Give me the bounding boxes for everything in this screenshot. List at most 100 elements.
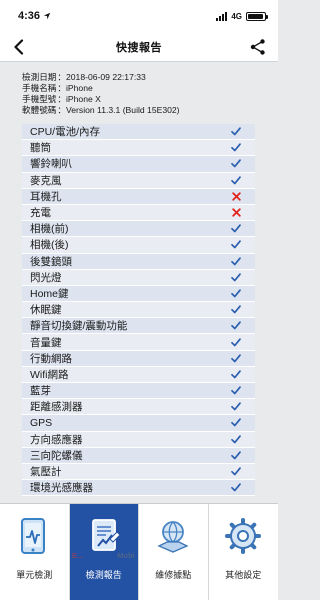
checkmark-icon [231, 467, 241, 477]
checkmark-icon [231, 288, 241, 298]
checkmark-icon [231, 256, 241, 266]
checkmark-icon [231, 175, 241, 185]
check-label: 麥克風 [30, 174, 62, 187]
info-value: 2018-06-09 22:17:33 [66, 72, 146, 82]
info-label: 軟體號碼 [22, 105, 57, 115]
info-row: 手機名稱：iPhone [22, 83, 93, 93]
tab-repair-location[interactable]: 維修據點 [139, 504, 209, 600]
network-type: 4G [231, 11, 242, 21]
check-label: Wifi網路 [30, 368, 69, 381]
check-row: Wifi網路 [22, 366, 255, 383]
check-label: 距離感測器 [30, 401, 83, 414]
cross-icon [231, 208, 241, 218]
check-label: 聽筒 [30, 142, 51, 155]
page-title: 快搜報告 [116, 41, 162, 54]
tab-bar: 單元檢測 檢測報告 維修據點 其他設定 [0, 503, 278, 600]
check-row: 行動網路 [22, 350, 255, 367]
status-time: 4:36 [18, 10, 41, 22]
info-value: Version 11.3.1 (Build 15E302) [66, 105, 180, 115]
check-row: 後雙鏡頭 [22, 253, 255, 270]
checkmark-icon [231, 127, 241, 137]
checkmark-icon [231, 240, 241, 250]
check-label: GPS [30, 416, 53, 429]
check-row: GPS [22, 415, 255, 432]
checkmark-icon [231, 434, 241, 444]
phone-diagnostic-icon [14, 516, 54, 556]
checkmark-icon [231, 450, 241, 460]
watermark: E... Mobi [72, 551, 135, 560]
tab-unit-test[interactable]: 單元檢測 [0, 504, 70, 600]
back-button[interactable] [10, 38, 28, 56]
check-row: 閃光燈 [22, 269, 255, 286]
check-label: CPU/電池/內存 [30, 126, 101, 139]
check-row: 音量鍵 [22, 334, 255, 351]
checkmark-icon [231, 305, 241, 315]
check-row: CPU/電池/內存 [22, 124, 255, 141]
info-value: iPhone X [66, 94, 101, 104]
device-info: 檢測日期：2018-06-09 22:17:33 手機名稱：iPhone 手機型… [22, 72, 180, 116]
battery-icon [246, 11, 268, 21]
checkmark-icon [231, 337, 241, 347]
info-label: 檢測日期 [22, 72, 57, 82]
check-row: 聽筒 [22, 140, 255, 157]
check-label: Home鍵 [30, 287, 69, 300]
tab-settings[interactable]: 其他設定 [209, 504, 279, 600]
checkmark-icon [231, 321, 241, 331]
checkmark-icon [231, 386, 241, 396]
check-row: Home鍵 [22, 285, 255, 303]
check-label: 行動網路 [30, 352, 72, 365]
check-label: 閃光燈 [30, 271, 62, 284]
checkmark-icon [231, 483, 241, 493]
checkmark-icon [231, 272, 241, 282]
check-row: 藍芽 [22, 383, 255, 400]
status-bar: 4:36 4G [0, 0, 278, 32]
checkmark-icon [231, 353, 241, 363]
info-value: iPhone [66, 83, 93, 93]
checkmark-icon [231, 143, 241, 153]
check-label: 藍芽 [30, 385, 51, 398]
tab-label: 維修據點 [155, 570, 192, 580]
check-label: 相機(後) [30, 239, 69, 252]
check-label: 後雙鏡頭 [30, 255, 72, 268]
check-row: 距離感測器 [22, 399, 255, 416]
check-row: 方向感應器 [22, 431, 255, 448]
check-label: 方向感應器 [30, 433, 83, 446]
check-label: 響鈴喇叭 [30, 158, 72, 171]
checkmark-icon [231, 418, 241, 428]
check-row: 相機(前) [22, 221, 255, 238]
check-label: 氣壓計 [30, 466, 62, 479]
navigation-bar: 快搜報告 [0, 32, 278, 62]
check-label: 靜音切換鍵/震動功能 [30, 320, 128, 333]
check-row: 麥克風 [22, 172, 255, 189]
tab-label: 其他設定 [225, 570, 262, 580]
info-label: 手機型號 [22, 94, 57, 104]
info-row: 檢測日期：2018-06-09 22:17:33 [22, 72, 146, 82]
cross-icon [231, 191, 241, 201]
check-label: 相機(前) [30, 223, 69, 236]
signal-icon [216, 11, 228, 21]
check-row: 三向陀螺儀 [22, 447, 255, 464]
check-label: 環境光感應器 [30, 482, 93, 495]
check-row: 耳機孔 [22, 188, 255, 205]
battery-level-fill [248, 13, 264, 19]
checkmark-icon [231, 159, 241, 169]
tab-label: 單元檢測 [16, 570, 53, 580]
checkmark-icon [231, 402, 241, 412]
check-label: 三向陀螺儀 [30, 449, 83, 462]
check-label: 音量鍵 [30, 336, 62, 349]
check-row: 響鈴喇叭 [22, 156, 255, 173]
gear-icon [223, 516, 263, 556]
check-row: 相機(後) [22, 237, 255, 254]
check-row: 休眠鍵 [22, 302, 255, 319]
check-label: 休眠鍵 [30, 304, 62, 317]
watermark-right: Mobi [117, 551, 135, 560]
share-button[interactable] [248, 37, 268, 57]
chevron-left-icon [14, 39, 24, 55]
info-row: 軟體號碼：Version 11.3.1 (Build 15E302) [22, 105, 180, 115]
check-label: 充電 [30, 207, 51, 220]
location-arrow-icon [43, 12, 51, 20]
share-icon [250, 39, 265, 55]
check-row: 充電 [22, 204, 255, 222]
check-row: 靜音切換鍵/震動功能 [22, 318, 255, 335]
check-label: 耳機孔 [30, 190, 62, 203]
